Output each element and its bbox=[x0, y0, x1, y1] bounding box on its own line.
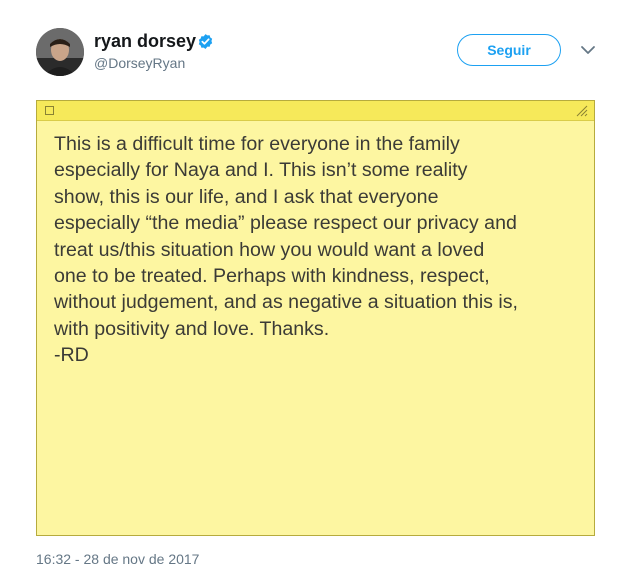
tweet-timestamp[interactable]: 16:32 - 28 de nov de 2017 bbox=[36, 551, 199, 567]
verified-badge-icon bbox=[198, 34, 213, 49]
chevron-down-icon[interactable] bbox=[580, 44, 596, 56]
author-display-name[interactable]: ryan dorsey bbox=[94, 31, 196, 52]
sticky-note-image[interactable]: This is a difficult time for everyone in… bbox=[36, 100, 595, 536]
follow-button[interactable]: Seguir bbox=[457, 34, 561, 66]
avatar[interactable] bbox=[36, 28, 84, 76]
tweet-card: ryan dorsey @DorseyRyan Seguir This is a… bbox=[0, 0, 626, 577]
sticky-note-text: This is a difficult time for everyone in… bbox=[54, 133, 519, 367]
resize-grip-icon bbox=[576, 105, 588, 117]
sticky-note-title-bar bbox=[37, 101, 594, 121]
new-note-icon bbox=[45, 106, 54, 115]
author-handle[interactable]: @DorseyRyan bbox=[94, 55, 185, 71]
